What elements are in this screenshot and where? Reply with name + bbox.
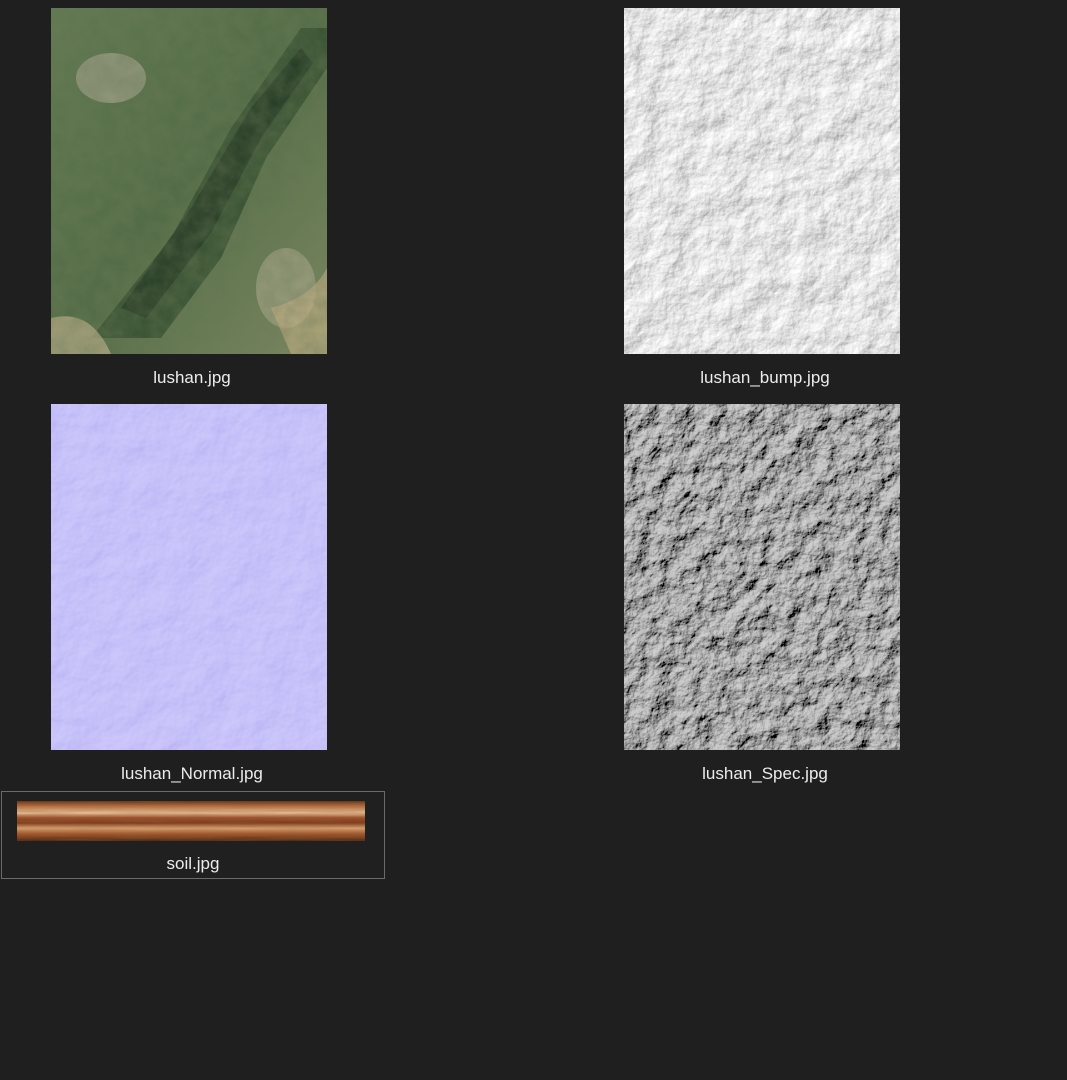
file-item-lushan[interactable]: lushan.jpg	[0, 0, 384, 393]
file-grid: lushan.jpg lushan_bump.jpg lushan_Normal…	[0, 0, 1067, 1080]
file-item-lushan-normal[interactable]: lushan_Normal.jpg	[0, 396, 384, 789]
lushan-spec-thumbnail	[624, 404, 900, 750]
file-name: lushan_Spec.jpg	[702, 764, 828, 783]
file-name: lushan_Normal.jpg	[121, 764, 263, 783]
file-name: lushan.jpg	[153, 368, 231, 387]
lushan-bump-thumbnail	[624, 8, 900, 354]
lushan-thumbnail	[51, 8, 327, 354]
file-item-lushan-bump[interactable]: lushan_bump.jpg	[573, 0, 957, 393]
file-item-lushan-spec[interactable]: lushan_Spec.jpg	[573, 396, 957, 789]
file-name: lushan_bump.jpg	[700, 368, 830, 387]
file-name: soil.jpg	[166, 854, 220, 873]
lushan-normal-thumbnail	[51, 404, 327, 750]
file-item-soil[interactable]: soil.jpg	[1, 791, 385, 879]
soil-thumbnail	[17, 801, 365, 841]
